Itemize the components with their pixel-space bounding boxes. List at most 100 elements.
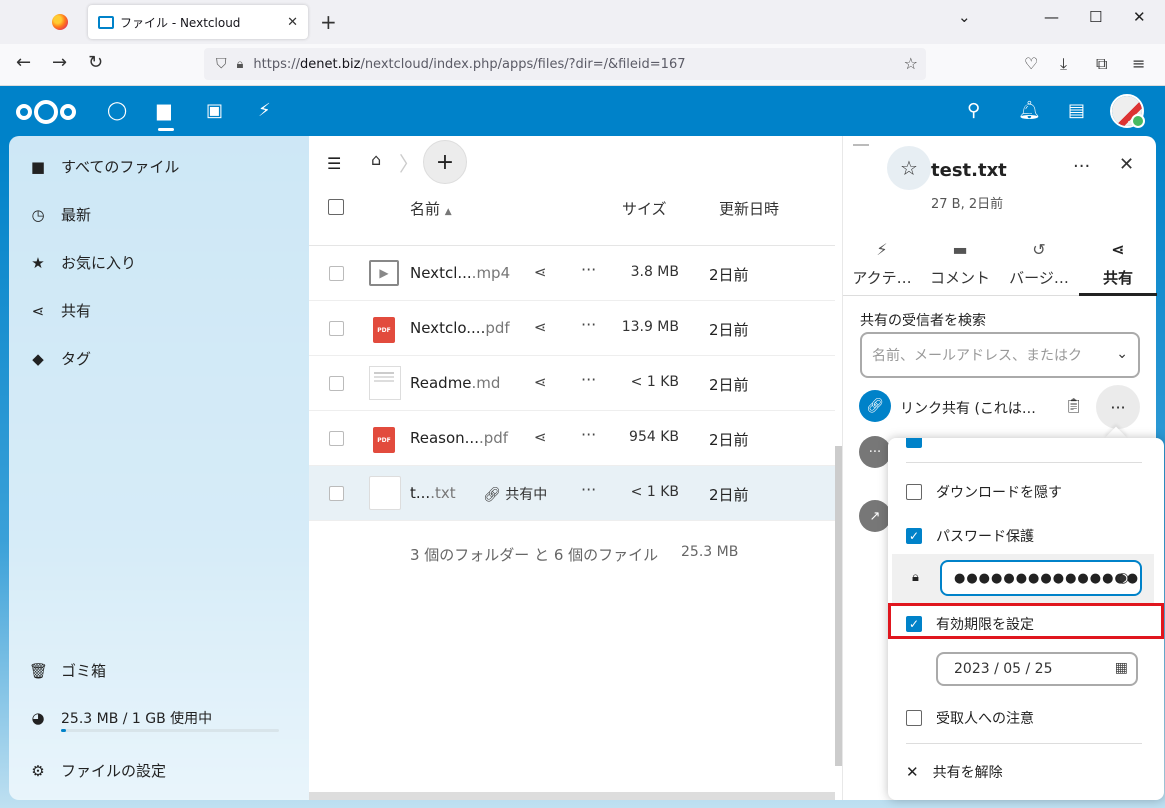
sidebar-item-shares[interactable]: ⋖ 共有 (29, 300, 91, 321)
table-row-selected[interactable]: t....txt 🔗︎ 共有中 ··· < 1 KB 2日前 (309, 466, 835, 521)
allow-editing-checkbox[interactable] (906, 438, 922, 448)
maximize-button[interactable]: ☐ (1089, 8, 1102, 26)
favorite-star-icon[interactable]: ☆ (887, 146, 931, 190)
lock-icon[interactable]: 🔒︎ (237, 57, 244, 72)
more-actions-icon[interactable]: ··· (581, 260, 596, 279)
row-checkbox[interactable] (329, 376, 344, 391)
tab-sharing[interactable]: ⋖ 共有 (1079, 240, 1157, 288)
share-icon[interactable]: ⋖ (534, 373, 547, 391)
row-checkbox[interactable] (329, 266, 344, 281)
share-icon[interactable]: ⋖ (534, 428, 547, 446)
file-name[interactable]: Nextclo....pdf (410, 319, 510, 337)
reload-button[interactable]: ↻ (88, 52, 103, 73)
note-to-recipient-checkbox[interactable] (906, 710, 922, 726)
bookmark-star-icon[interactable]: ☆ (904, 54, 918, 73)
hide-download-checkbox[interactable] (906, 484, 922, 500)
expiration-date-input[interactable]: 2023 / 05 / 25 ▦ (936, 652, 1138, 686)
tab-comments[interactable]: ▬ コメント (921, 240, 999, 288)
back-button[interactable]: ← (16, 52, 31, 73)
password-protect-checkbox[interactable]: ✓ (906, 528, 922, 544)
row-checkbox[interactable] (329, 431, 344, 446)
note-to-recipient-option[interactable]: 受取人への注意 (906, 708, 1034, 728)
calendar-icon[interactable]: ▦ (1115, 660, 1128, 676)
horizontal-scrollbar[interactable] (309, 792, 835, 800)
more-actions-icon[interactable]: ··· (581, 425, 596, 444)
browser-tab-active[interactable]: ファイル - Nextcloud ✕ (88, 5, 308, 39)
tab-list-icon[interactable]: ⌄ (958, 8, 971, 26)
download-icon[interactable]: ⤓ (1060, 54, 1067, 74)
activity-app-icon[interactable]: ⚡︎ (258, 100, 271, 121)
url-bar[interactable]: ⛉ 🔒︎ https://denet.biz/nextcloud/index.p… (204, 48, 926, 80)
table-row[interactable]: PDF Nextclo....pdf ⋖ ··· 13.9 MB 2日前 (309, 301, 835, 356)
activity-icon: ⚡︎ (876, 240, 888, 259)
sidebar-item-settings[interactable]: ⚙ ファイルの設定 (29, 760, 166, 781)
row-checkbox[interactable] (329, 321, 344, 336)
file-name[interactable]: Reason....pdf (410, 429, 508, 447)
details-more-icon[interactable]: ··· (1073, 156, 1090, 177)
table-row[interactable]: PDF Reason....pdf ⋖ ··· 954 KB 2日前 (309, 411, 835, 466)
vertical-scrollbar[interactable] (835, 446, 842, 766)
tab-title: ファイル - Nextcloud (120, 15, 241, 30)
minimize-button[interactable]: — (1044, 8, 1059, 26)
select-all-checkbox[interactable] (328, 199, 344, 215)
password-input[interactable]: ●●●●●●●●●●●●●●● ◉ (940, 560, 1142, 596)
column-header-size[interactable]: サイズ (622, 198, 667, 219)
breadcrumb-separator: 〉 (399, 152, 419, 176)
table-row[interactable]: ▶ Nextcl....mp4 ⋖ ··· 3.8 MB 2日前 (309, 246, 835, 301)
quota-info[interactable]: ◕ 25.3 MB / 1 GB 使用中 (29, 708, 212, 728)
close-window-button[interactable]: ✕ (1133, 8, 1146, 26)
more-actions-icon[interactable]: ··· (581, 315, 596, 334)
sidebar-item-all-files[interactable]: ■ すべてのファイル (29, 156, 179, 177)
column-header-name[interactable]: 名前 ▲ (410, 198, 452, 219)
new-tab-button[interactable]: + (320, 10, 337, 34)
column-header-modified[interactable]: 更新日時 (719, 198, 779, 219)
notifications-icon[interactable]: 🔔︎ (1018, 100, 1041, 121)
search-icon[interactable]: ⚲ (967, 100, 980, 121)
copy-link-icon[interactable]: 📋︎ (1065, 398, 1083, 414)
photos-app-icon[interactable]: ▣ (206, 100, 223, 121)
files-app-icon[interactable]: ▆ (157, 100, 171, 121)
home-breadcrumb-icon[interactable]: ⌂ (371, 150, 395, 174)
pinned-tab[interactable] (40, 6, 80, 38)
pocket-icon[interactable]: ♡ (1024, 54, 1038, 73)
file-name[interactable]: t....txt (410, 484, 456, 502)
share-icon[interactable]: ⋖ (534, 263, 547, 281)
link-share-icon: 🔗︎ (859, 390, 891, 422)
nextcloud-header: ◯ ▆ ▣ ⚡︎ ⚲ 🔔︎ ▤ (0, 86, 1165, 136)
share-search-input[interactable]: 名前、メールアドレス、またはク ⌄ (860, 332, 1140, 378)
shield-icon[interactable]: ⛉ (216, 56, 227, 72)
file-name[interactable]: Nextcl....mp4 (410, 264, 510, 282)
shared-status[interactable]: 🔗︎ 共有中 (483, 484, 547, 504)
eye-icon[interactable]: ◉ (1117, 570, 1130, 586)
contacts-icon[interactable]: ▤ (1068, 100, 1085, 121)
tab-activity[interactable]: ⚡︎ アクテ… (843, 240, 921, 288)
menu-separator (906, 462, 1142, 463)
more-actions-icon[interactable]: ··· (581, 480, 596, 499)
table-row[interactable]: Readme.md ⋖ ··· < 1 KB 2日前 (309, 356, 835, 411)
share-icon[interactable]: ⋖ (534, 318, 547, 336)
password-protect-option[interactable]: ✓ パスワード保護 (906, 526, 1034, 546)
sidebar-item-trash[interactable]: 🗑︎ ゴミ箱 (29, 660, 106, 681)
sidebar-item-favorites[interactable]: ★ お気に入り (29, 252, 136, 273)
close-tab-icon[interactable]: ✕ (287, 15, 298, 30)
dashboard-icon[interactable]: ◯ (107, 100, 127, 121)
unshare-option[interactable]: ✕ 共有を解除 (906, 762, 1003, 782)
star-icon: ★ (31, 253, 45, 272)
sidebar-item-tags[interactable]: ◆ タグ (29, 348, 91, 369)
extensions-icon[interactable]: ⧉ (1096, 54, 1107, 74)
toggle-sidebar-icon[interactable]: ☰ (327, 154, 341, 173)
chevron-down-icon[interactable]: ⌄ (1116, 346, 1128, 362)
nextcloud-logo[interactable] (16, 100, 76, 124)
link-share-more-button[interactable]: ··· (1096, 385, 1140, 429)
file-name[interactable]: Readme.md (410, 374, 500, 392)
tab-versions[interactable]: ↺ バージ… (1000, 240, 1078, 288)
sidebar-item-recent[interactable]: ◷ 最新 (29, 204, 91, 225)
new-file-button[interactable]: + (423, 140, 467, 184)
menu-icon[interactable]: ≡ (1132, 54, 1145, 73)
details-close-icon[interactable]: ✕ (1119, 154, 1134, 175)
row-checkbox[interactable] (329, 486, 344, 501)
more-actions-icon[interactable]: ··· (581, 370, 596, 389)
hide-download-option[interactable]: ダウンロードを隠す (906, 482, 1062, 502)
menu-separator (906, 743, 1142, 744)
forward-button[interactable]: → (52, 52, 67, 73)
